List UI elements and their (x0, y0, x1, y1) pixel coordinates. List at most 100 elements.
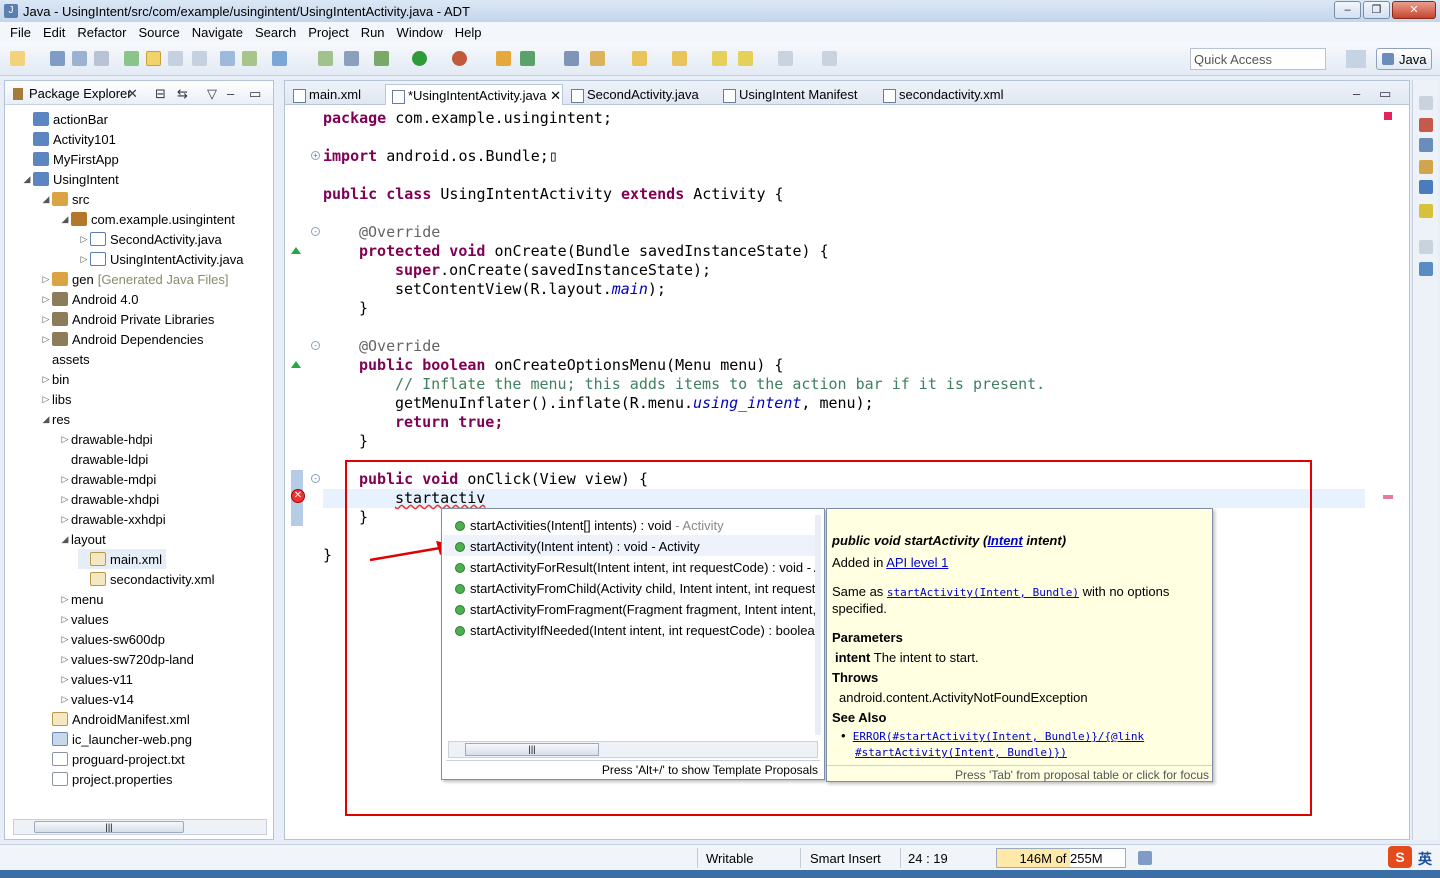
android-device-icon[interactable] (1419, 204, 1433, 218)
maximize-view-icon[interactable]: ▭ (249, 86, 261, 102)
minimize-button[interactable]: – (1334, 1, 1361, 19)
lint-icon[interactable] (242, 51, 257, 66)
proposal-vscrollbar[interactable] (815, 515, 821, 735)
quick-access-input[interactable]: Quick Access (1190, 48, 1326, 70)
tab-manifest[interactable]: UsingIntent Manifest (717, 84, 879, 105)
tree-item[interactable]: ▷ drawable-xhdpi (59, 489, 386, 509)
editor-vscrollbar[interactable] (1393, 111, 1407, 817)
tree-item[interactable]: ▷ UsingIntentActivity.java (78, 249, 244, 269)
explorer-hscrollbar[interactable]: ||| (13, 819, 267, 835)
proposal-item-selected[interactable]: startActivity(Intent intent) : void - Ac… (444, 535, 818, 556)
menu-run[interactable]: Run (355, 25, 391, 40)
task-list-icon[interactable] (1419, 262, 1433, 276)
expand-fold-icon[interactable]: + (311, 151, 320, 160)
tree-item[interactable]: ic_launcher-web.png (40, 729, 192, 749)
collapse-all-icon[interactable]: ⊟ (155, 86, 166, 102)
tree-item[interactable]: ▷ libs (40, 389, 367, 409)
menu-navigate[interactable]: Navigate (186, 25, 249, 40)
collapsed-arrow-icon[interactable]: ▷ (59, 494, 71, 505)
skip-breakpoints-icon[interactable] (344, 51, 359, 66)
collapsed-arrow-icon[interactable]: ▷ (40, 334, 52, 345)
outline-icon[interactable] (1419, 118, 1433, 132)
package-explorer-tab[interactable]: Package Explorer ✕ ⊟ ⇆ ▽ – ▭ (5, 81, 273, 105)
collapsed-arrow-icon[interactable]: ▷ (59, 694, 71, 705)
collapsed-arrow-icon[interactable]: ▷ (59, 594, 71, 605)
expanded-arrow-icon[interactable]: ◢ (59, 534, 71, 545)
minimize-view-icon[interactable]: – (227, 86, 234, 101)
see-also-link-cont[interactable]: #startActivity(Intent, Bundle)}) (855, 746, 1067, 759)
tree-item[interactable]: ◢ res (40, 409, 367, 429)
prev-annotation-icon[interactable] (672, 51, 687, 66)
heap-status[interactable]: 146M of 255M (996, 848, 1126, 868)
tab-secondactivity[interactable]: SecondActivity.java (565, 84, 711, 105)
tree-item[interactable]: secondactivity.xml (78, 569, 215, 589)
garbage-collect-icon[interactable] (1138, 851, 1152, 865)
proposal-item[interactable]: startActivityIfNeeded(Intent intent, int… (444, 619, 818, 640)
tree-item[interactable]: ▷ values-v11 (59, 669, 386, 689)
menu-window[interactable]: Window (391, 25, 449, 40)
collapsed-arrow-icon[interactable]: ▷ (59, 634, 71, 645)
tab-main-xml[interactable]: main.xml (287, 84, 381, 105)
sogou-ime-icon[interactable]: S (1388, 846, 1412, 868)
tree-item[interactable]: ◢ src (40, 189, 90, 209)
last-edit-icon[interactable] (712, 51, 727, 66)
tree-item[interactable]: ▷ menu (59, 589, 386, 609)
tree-item[interactable]: ▷ SecondActivity.java (78, 229, 222, 249)
print-icon[interactable] (94, 51, 109, 66)
tree-item[interactable]: ▷ values-sw600dp (59, 629, 386, 649)
view-menu-icon[interactable]: ▽ (207, 86, 217, 102)
collapsed-arrow-icon[interactable]: ▷ (59, 654, 71, 665)
collapsed-arrow-icon[interactable]: ▷ (40, 274, 52, 285)
collapsed-arrow-icon[interactable]: ▷ (59, 474, 71, 485)
maximize-editor-icon[interactable]: ▭ (1379, 86, 1391, 102)
expanded-arrow-icon[interactable]: ◢ (40, 194, 52, 205)
restore-icon[interactable] (1419, 96, 1433, 110)
tree-item[interactable]: ▷ values-sw720dp-land (59, 649, 386, 669)
collapsed-arrow-icon[interactable]: ▷ (40, 294, 52, 305)
tree-item[interactable]: ◢ layout (59, 529, 386, 549)
android-sdk-icon[interactable] (124, 51, 139, 66)
forward-icon[interactable] (778, 51, 793, 66)
collapsed-arrow-icon[interactable]: ▷ (59, 514, 71, 525)
occurrence-marker[interactable] (1383, 495, 1393, 499)
close-tab-icon[interactable]: ✕ (550, 88, 561, 103)
menu-refactor[interactable]: Refactor (71, 25, 132, 40)
tree-item[interactable]: ▷ drawable-hdpi (59, 429, 386, 449)
close-button[interactable]: ✕ (1392, 1, 1436, 19)
tree-item[interactable]: ▷ Android 4.0 (40, 289, 139, 309)
tree-item[interactable]: assets (40, 349, 367, 369)
external-tools-icon[interactable] (452, 51, 467, 66)
proposal-hscrollbar[interactable]: ||| (448, 741, 818, 758)
new-icon[interactable] (10, 51, 25, 66)
collapsed-arrow-icon[interactable]: ▷ (59, 674, 71, 685)
tree-item[interactable]: ▷ values-v14 (59, 689, 386, 709)
see-also-link[interactable]: ERROR(#startActivity(Intent, Bundle)}/{@… (853, 730, 1144, 743)
tree-item-selected[interactable]: main.xml (78, 549, 167, 569)
tree-item[interactable]: ▷ drawable-xxhdpi (59, 509, 386, 529)
toggle-icon[interactable] (168, 51, 183, 66)
debug-icon[interactable] (374, 51, 389, 66)
declaration-icon[interactable] (1419, 160, 1433, 174)
proposal-item[interactable]: startActivityFromFragment(Fragment fragm… (444, 598, 818, 619)
error-overview-marker[interactable] (1384, 112, 1392, 120)
back-icon[interactable] (738, 51, 753, 66)
tree-item[interactable]: proguard-project.txt (40, 749, 185, 769)
pin-editor-icon[interactable] (822, 51, 837, 66)
menu-file[interactable]: File (4, 25, 37, 40)
build-icon[interactable] (318, 51, 333, 66)
tree-item[interactable]: AndroidManifest.xml (40, 709, 190, 729)
tree-item[interactable]: ◢ com.example.usingintent (59, 209, 235, 229)
start-activity-bundle-link[interactable]: startActivity(Intent, Bundle) (887, 586, 1079, 599)
next-annotation-icon[interactable] (632, 51, 647, 66)
restore-button[interactable]: ❐ (1363, 1, 1390, 19)
save-icon[interactable] (50, 51, 65, 66)
collapsed-arrow-icon[interactable]: ▷ (59, 434, 71, 445)
menu-edit[interactable]: Edit (37, 25, 71, 40)
javadoc-icon[interactable] (1419, 138, 1433, 152)
collapse-fold-icon[interactable]: - (311, 227, 320, 236)
highlight-icon[interactable] (146, 51, 161, 66)
collapsed-arrow-icon[interactable]: ▷ (78, 254, 90, 265)
tab-secondactivity-xml[interactable]: secondactivity.xml (877, 84, 1017, 105)
tab-usingintentactivity[interactable]: *UsingIntentActivity.java ✕ (385, 84, 563, 105)
task-icon[interactable] (272, 51, 287, 66)
